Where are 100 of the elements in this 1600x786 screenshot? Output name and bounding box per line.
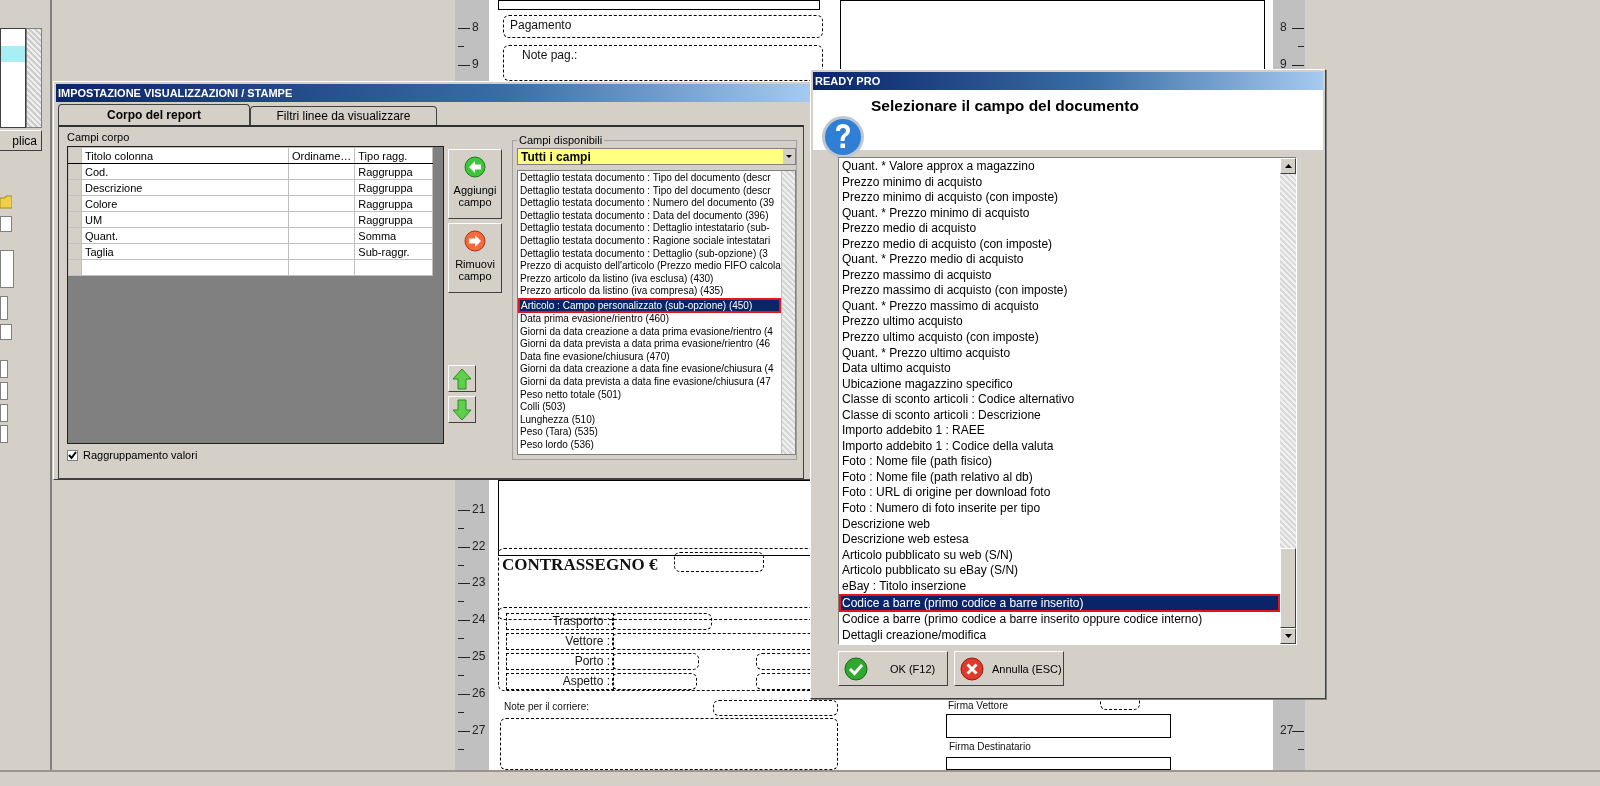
list-item[interactable]: Giorni da data prevista a data fine evasione/chiusura (47 [518, 375, 781, 389]
list-item[interactable]: Importo addebito 1 : RAEE [839, 423, 1280, 439]
list-item[interactable]: Prezzo massimo di acquisto (con imposte) [839, 283, 1280, 299]
checkbox-label: Raggruppamento valori [83, 449, 198, 461]
form-label: Firma Destinatario [949, 741, 1031, 752]
list-item[interactable]: Peso lordo (536) [518, 438, 781, 452]
list-item[interactable]: Colli (503) [518, 401, 781, 414]
table-cell: Somma [354, 227, 433, 244]
column-header: Titolo colonna [81, 147, 289, 164]
dialog-title: READY PRO [813, 72, 1323, 90]
ruler-number: 8 [472, 20, 479, 34]
table-cell: Sub-raggr. [354, 243, 433, 260]
list-item[interactable]: Classe di sconto articoli : Descrizione [839, 407, 1280, 424]
list-item[interactable]: Dettaglio testata documento : Data del documento (396) [518, 209, 781, 223]
up-arrow-icon [1284, 164, 1292, 168]
list-item[interactable]: Quant. * Prezzo ultimo acquisto [839, 345, 1280, 362]
table-cell: Cod. [81, 163, 289, 180]
side-button[interactable]: plica [0, 130, 42, 151]
list-item[interactable]: Data fine evasione/chiusura (470) [518, 350, 781, 364]
list-item[interactable]: Quant. * Prezzo massimo di acquisto [839, 298, 1280, 315]
list-item[interactable]: Foto : Numero di foto inserite per tipo [839, 501, 1280, 517]
data-grid[interactable]: Titolo colonna Ordiname… Tipo ragg. Cod. Raggruppa Descrizione Raggruppa Colore Raggruppa UM Raggruppa Quant. Somma Taglia Sub-raggr. [67, 146, 444, 444]
ruler-number: 24 [472, 612, 486, 626]
group-label: Campi corpo [67, 131, 131, 143]
list-item[interactable]: Ubicazione magazzino specifico [839, 376, 1280, 393]
list-item[interactable]: Codice a barre (primo codice a barre inserito) [839, 594, 1280, 613]
list-item[interactable]: Prezzo medio di acquisto (con imposte) [839, 236, 1280, 253]
list-item[interactable]: Quant. * Valore approx a magazzino [839, 159, 1280, 175]
table-cell: Raggruppa [354, 211, 433, 228]
list-item[interactable]: Data prima evasione/rientro (460) [518, 312, 781, 326]
list-item[interactable]: Dettagli creazione/modifica [839, 627, 1280, 644]
list-item[interactable]: Foto : Nome file (path fisico) [839, 454, 1280, 470]
scrollbar[interactable] [781, 171, 795, 454]
ruler-number: 22 [472, 539, 486, 553]
list-item[interactable]: Prezzo minimo di acquisto [839, 174, 1280, 191]
list-item[interactable]: Codice a barre (primo codice a barre inserito oppure codice interno) [839, 612, 1280, 628]
list-item[interactable]: Giorni da data creazione a data prima evasione/rientro (4 [518, 325, 781, 339]
list-item[interactable]: Giorni da data prevista a data prima evasione/rientro (46 [518, 338, 781, 351]
form-label: Porto : [506, 653, 614, 670]
input-field[interactable] [0, 250, 14, 288]
list-item[interactable]: Dettaglio testata documento : Numero del documento (39 [518, 197, 781, 210]
list-item[interactable]: Prezzo minimo di acquisto (con imposte) [839, 190, 1280, 206]
move-down-button[interactable] [448, 396, 476, 423]
list-item[interactable]: Quant. * Prezzo minimo di acquisto [839, 205, 1280, 222]
list-item[interactable]: Foto : Nome file (path relativo al db) [839, 469, 1280, 486]
list-item[interactable]: Prezzo ultimo acquisto [839, 314, 1280, 330]
list-item[interactable]: Giorni da data creazione a data fine evasione/chiusura (4 [518, 363, 781, 376]
list-item[interactable]: Foto : URL di origine per download foto [839, 485, 1280, 502]
list-item[interactable]: Peso netto totale (501) [518, 388, 781, 402]
list-item[interactable]: Dettaglio testata documento : Tipo del documento (descr [518, 172, 781, 185]
scrollbar[interactable] [26, 28, 42, 128]
scrollbar-thumb[interactable] [1280, 548, 1296, 628]
move-up-button[interactable] [448, 365, 476, 392]
list-item[interactable]: Dettaglio testata documento : Ragione sociale intestatari [518, 234, 781, 248]
scroll-down-button[interactable] [1280, 628, 1296, 644]
toolbar-button[interactable]: Aggiungi campo [448, 149, 502, 219]
down-arrow-icon [452, 399, 472, 421]
list-item[interactable]: Prezzo ultimo acquisto (con imposte) [839, 330, 1280, 346]
table-cell: Descrizione [81, 179, 289, 196]
list-item[interactable]: Prezzo di acquisto dell'articolo (Prezzo medio FIFO calcola [518, 260, 781, 273]
list-item[interactable]: Importo addebito 1 : Codice della valuta [839, 438, 1280, 455]
input-field[interactable] [0, 360, 8, 378]
checkbox[interactable] [67, 449, 78, 461]
cancel-button[interactable]: Annulla (ESC) [954, 651, 1064, 686]
list-item[interactable]: Quant. * Prezzo medio di acquisto [839, 252, 1280, 268]
list-item[interactable]: Prezzo medio di acquisto [839, 221, 1280, 237]
list-item[interactable]: Dettaglio testata documento : Tipo del documento (descr [518, 184, 781, 198]
ruler-number: 27 [1280, 723, 1294, 737]
list-item[interactable]: eBay : Titolo inserzione [839, 578, 1280, 595]
list-item[interactable]: Articolo pubblicato su eBay (S/N) [839, 563, 1280, 579]
toolbar-button[interactable]: Rimuovi campo [448, 223, 502, 293]
list-box[interactable] [0, 28, 26, 128]
list-item[interactable]: Prezzo articolo da listino (iva esclusa) (430) [518, 272, 781, 286]
input-field[interactable] [0, 425, 8, 443]
scroll-up-button[interactable] [1280, 158, 1296, 174]
list-item[interactable]: Articolo pubblicato su web (S/N) [839, 547, 1280, 564]
input-field[interactable] [0, 216, 12, 232]
list-item[interactable]: Peso (Tara) (535) [518, 426, 781, 439]
input-field[interactable] [0, 296, 8, 320]
input-field[interactable] [0, 324, 12, 340]
list-item[interactable]: Prezzo articolo da listino (iva compresa) (435) [518, 285, 781, 298]
list-item[interactable]: Classe di sconto articoli : Codice alternativo [839, 392, 1280, 408]
ruler-number: 9 [1280, 57, 1287, 71]
list-item[interactable]: Data ultimo acquisto [839, 361, 1280, 377]
filter-dropdown[interactable]: Tutti i campi [517, 148, 796, 165]
tab[interactable]: Corpo del report [58, 104, 250, 125]
list-item[interactable]: Articolo : Campo personalizzato (sub-opzione) (450) [518, 297, 781, 313]
form-label: Pagamento [510, 18, 572, 32]
list-item[interactable]: Dettaglio testata documento : Dettaglio intestatario (sub- [518, 222, 781, 235]
dialog-message: Selezionare il campo del documento [871, 97, 1139, 116]
ok-button[interactable]: OK (F12) [838, 651, 948, 686]
list-item[interactable]: Lunghezza (510) [518, 413, 781, 427]
input-field[interactable] [0, 404, 8, 422]
scrollbar[interactable] [1280, 158, 1296, 644]
list-item[interactable]: Prezzo massimo di acquisto [839, 267, 1280, 284]
input-field[interactable] [0, 382, 8, 400]
list-item[interactable]: Dettaglio testata documento : Dettaglio (sub-opzione) (3 [518, 247, 781, 261]
tab[interactable]: Filtri linee da visualizzare [250, 106, 437, 125]
list-item[interactable]: Descrizione web estesa [839, 532, 1280, 548]
list-item[interactable]: Descrizione web [839, 516, 1280, 533]
